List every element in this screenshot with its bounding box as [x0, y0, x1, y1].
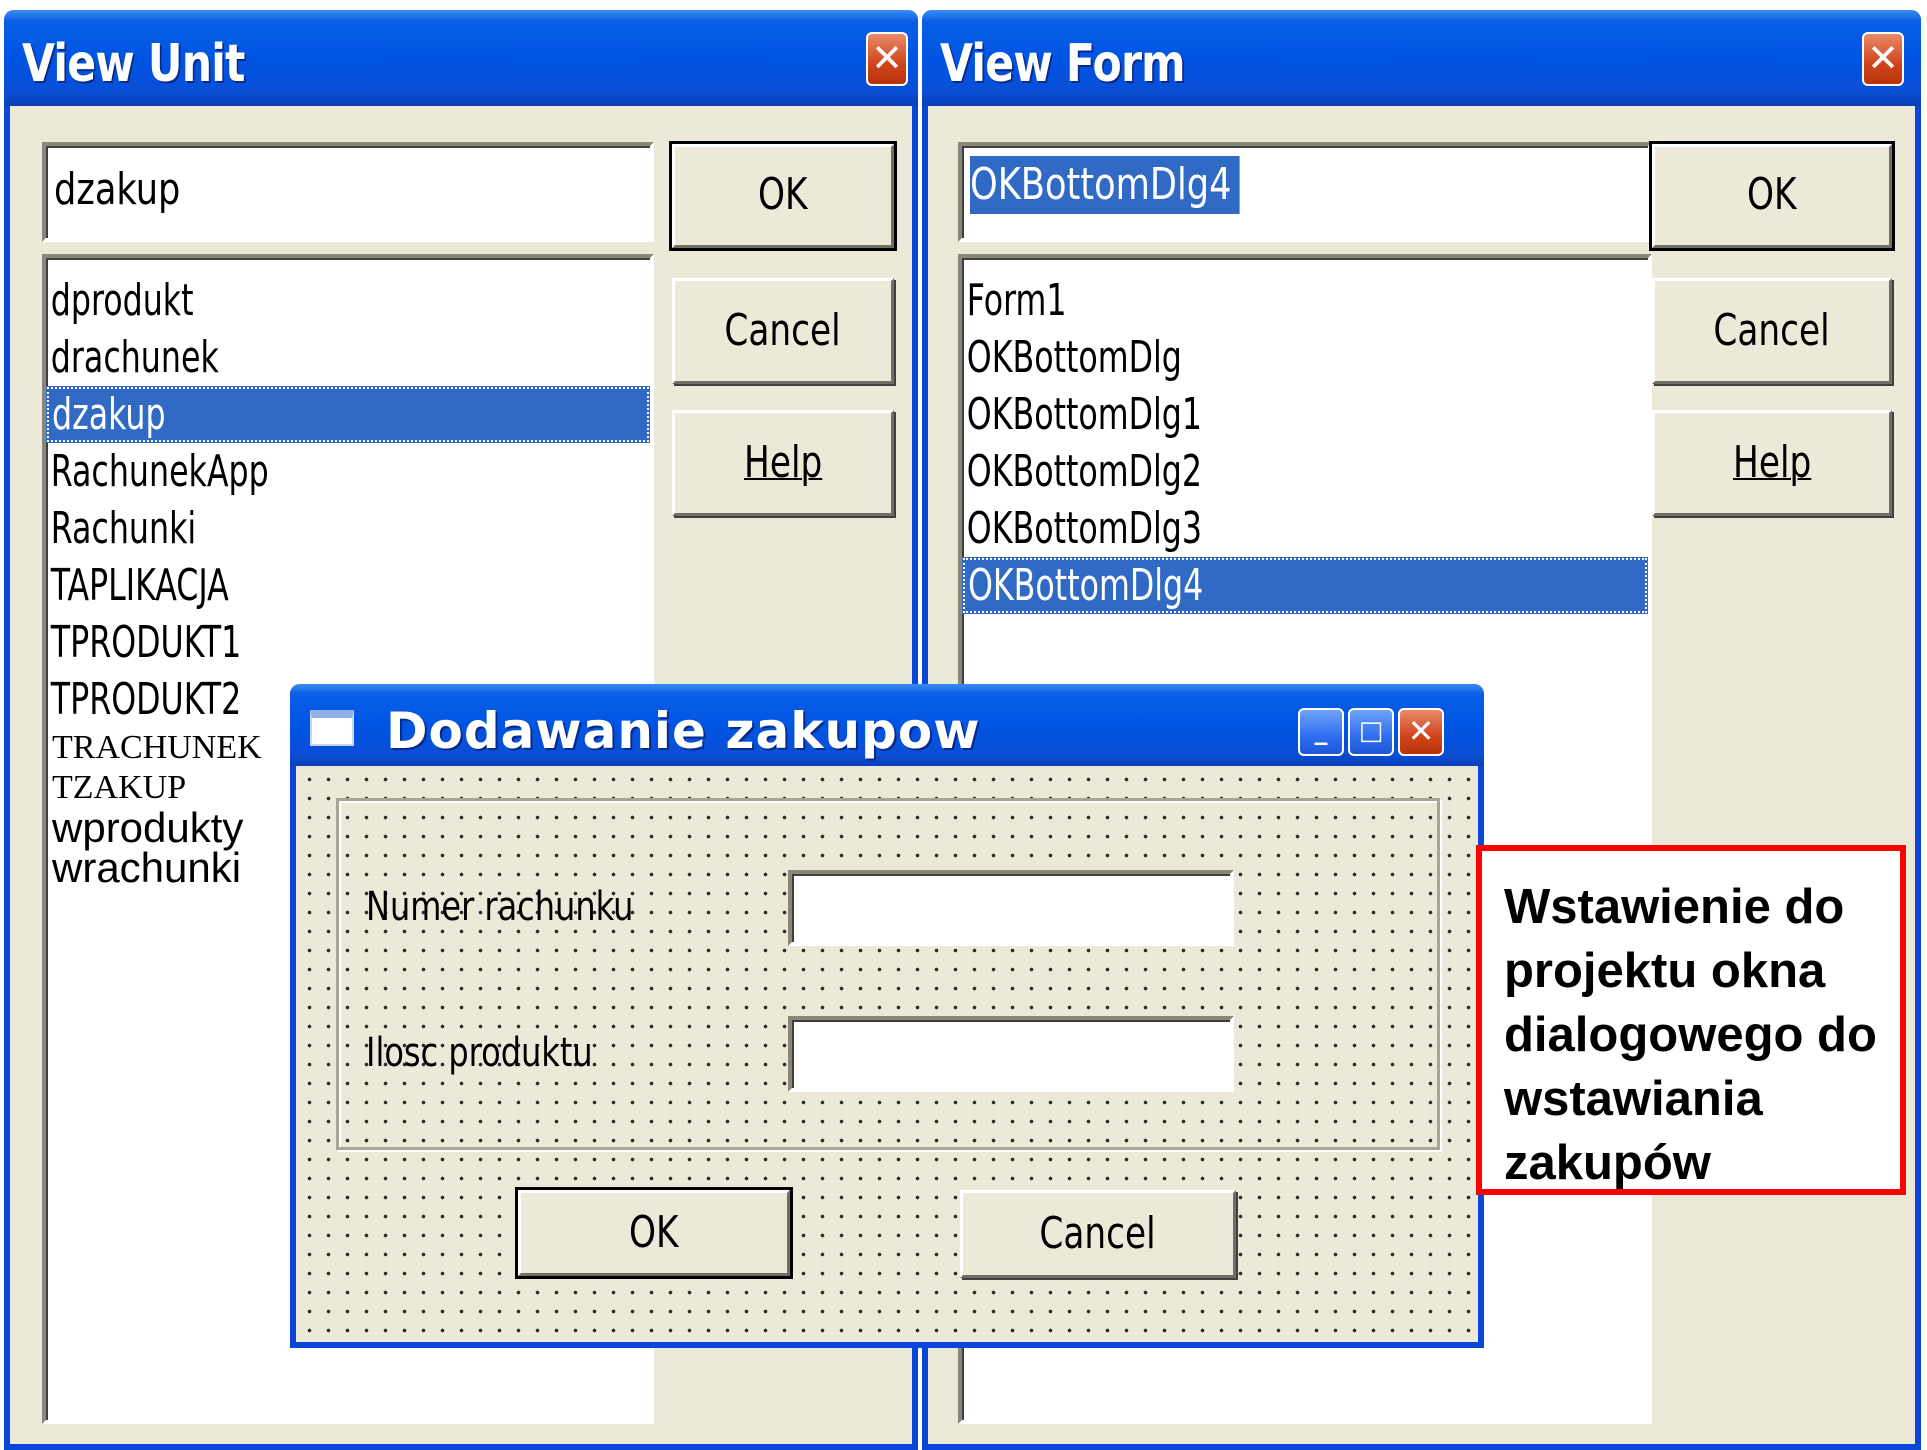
view-unit-list-item[interactable]: TPRODUKT1 — [46, 614, 529, 671]
ilosc-produktu-input[interactable] — [788, 1016, 1234, 1092]
dialog-ok-button[interactable]: OK — [515, 1187, 793, 1279]
view-unit-list-item[interactable]: drachunek — [46, 329, 529, 386]
view-unit-ok-button[interactable]: OK — [669, 141, 897, 251]
view-form-list-item[interactable]: OKBottomDlg4 — [962, 557, 1648, 614]
view-form-list-item[interactable]: OKBottomDlg — [962, 329, 1511, 386]
numer-rachunku-label: Numer rachunku — [366, 884, 634, 930]
view-unit-help-button[interactable]: Help — [672, 410, 894, 516]
view-form-list-item[interactable]: OKBottomDlg2 — [962, 443, 1511, 500]
view-form-ok-button[interactable]: OK — [1649, 141, 1895, 251]
maximize-button[interactable]: □ — [1348, 708, 1394, 756]
view-form-title: View Form — [940, 34, 1186, 94]
view-unit-close-button[interactable]: ✕ — [866, 32, 908, 86]
view-form-list-item[interactable]: Form1 — [962, 272, 1511, 329]
view-form-close-button[interactable]: ✕ — [1862, 32, 1904, 86]
dodawanie-zakupow-dialog: Dodawanie zakupow _ □ ✕ Numer rachunku I… — [290, 684, 1484, 1348]
close-icon: ✕ — [1407, 712, 1435, 750]
view-unit-titlebar[interactable]: View Unit ✕ — [4, 10, 918, 106]
view-form-titlebar[interactable]: View Form ✕ — [922, 10, 1921, 106]
view-form-list-item[interactable]: OKBottomDlg3 — [962, 500, 1511, 557]
view-unit-list-item[interactable]: dzakup — [46, 386, 650, 443]
close-icon: ✕ — [871, 36, 903, 80]
dialog-cancel-button[interactable]: Cancel — [960, 1190, 1236, 1278]
close-icon: ✕ — [1867, 36, 1899, 80]
maximize-icon: □ — [1358, 716, 1384, 746]
view-form-cancel-button[interactable]: Cancel — [1652, 278, 1892, 384]
view-unit-list-item[interactable]: RachunekApp — [46, 443, 529, 500]
form-icon — [310, 710, 354, 746]
view-unit-title: View Unit — [22, 34, 245, 94]
view-unit-list-item[interactable]: TAPLIKACJA — [46, 557, 529, 614]
view-form-search-input[interactable]: OKBottomDlg4 — [958, 142, 1652, 242]
fields-bevel-panel — [336, 798, 1440, 1150]
view-form-list-item[interactable]: OKBottomDlg1 — [962, 386, 1511, 443]
minimize-button[interactable]: _ — [1298, 708, 1344, 756]
view-form-help-button[interactable]: Help — [1652, 410, 1892, 516]
numer-rachunku-input[interactable] — [788, 870, 1234, 946]
view-unit-cancel-button[interactable]: Cancel — [672, 278, 894, 384]
annotation-callout: Wstawienie do projektu okna dialogowego … — [1476, 845, 1906, 1195]
view-form-list: Form1 OKBottomDlg OKBottomDlg1 OKBottomDlg2… — [962, 272, 1648, 614]
view-unit-list-item[interactable]: Rachunki — [46, 500, 529, 557]
minimize-icon: _ — [1314, 716, 1328, 746]
dialog-title: Dodawanie zakupow — [386, 702, 981, 760]
dialog-titlebar[interactable]: Dodawanie zakupow _ □ ✕ — [290, 684, 1484, 766]
ilosc-produktu-label: Ilosc produktu — [366, 1030, 593, 1076]
dialog-close-button[interactable]: ✕ — [1398, 708, 1444, 756]
view-unit-search-input[interactable]: dzakup — [42, 142, 654, 242]
dialog-client-area: Numer rachunku Ilosc produktu OK Cancel — [296, 766, 1478, 1342]
view-unit-list-item[interactable]: dprodukt — [46, 272, 529, 329]
